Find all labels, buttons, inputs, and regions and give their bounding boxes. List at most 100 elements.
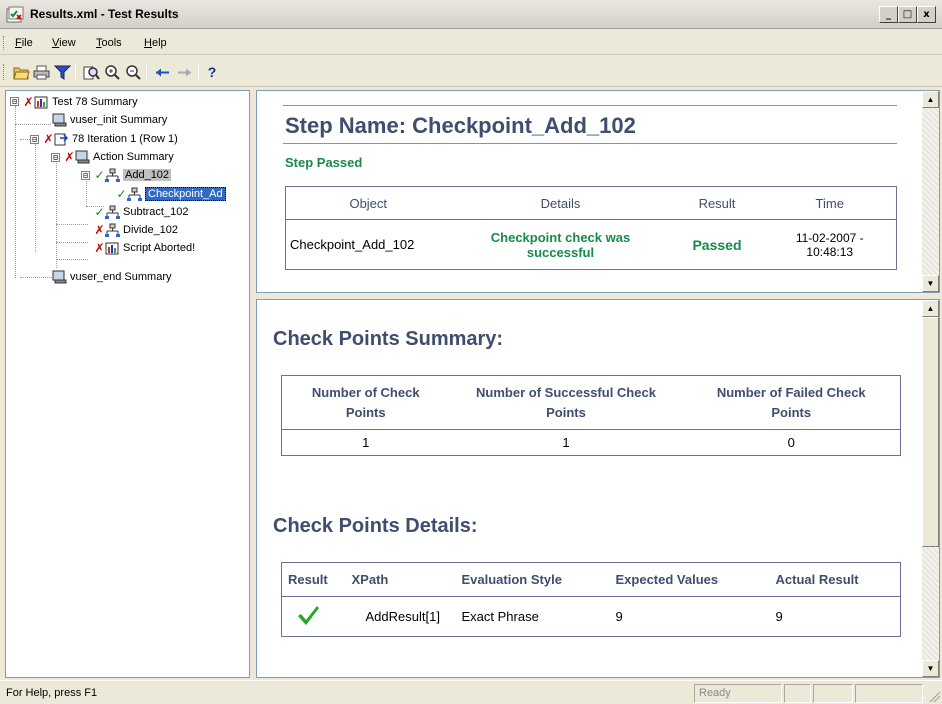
- pass-check-icon: ✓: [94, 168, 105, 182]
- table-row: Checkpoint_Add_102 Checkpoint check was s…: [286, 220, 897, 270]
- scroll-down-arrow-icon[interactable]: ▼: [922, 660, 939, 677]
- tree-connector: [56, 259, 88, 260]
- menu-bar: File View Tools Help: [0, 31, 942, 55]
- collapse-toggle[interactable]: ⊟: [81, 171, 90, 180]
- menu-view[interactable]: View: [52, 37, 76, 49]
- tree-item-divide-102[interactable]: ✗ Divide_102: [94, 223, 178, 237]
- column-header: Object: [285, 186, 451, 220]
- toolbar: ?: [0, 57, 942, 87]
- summary-report-icon: [34, 95, 49, 109]
- tree-item-add-102[interactable]: ✓ Add_102: [94, 168, 172, 182]
- tree-connector: [15, 124, 51, 125]
- results-tree[interactable]: ⊟ ⊟ ⊟ ⊟ ✗ Test 78 Summary vuser_init Sum…: [5, 90, 250, 678]
- column-header: Number of Failed Check Points: [682, 375, 901, 430]
- summary-table: Number of Check Points Number of Successf…: [281, 375, 901, 456]
- step-table: Object Details Result Time Checkpoint_Ad…: [285, 186, 897, 270]
- scroll-up-arrow-icon[interactable]: ▲: [922, 300, 939, 317]
- maximize-icon: □: [902, 9, 913, 20]
- maximize-button[interactable]: □: [898, 6, 917, 23]
- tree-connector: [35, 144, 36, 252]
- column-header: Result: [281, 562, 346, 597]
- filter-icon[interactable]: [53, 63, 71, 81]
- tree-item-vuser-init[interactable]: vuser_init Summary: [52, 113, 167, 127]
- collapse-toggle[interactable]: ⊟: [10, 97, 19, 106]
- menu-tools[interactable]: Tools: [96, 37, 122, 49]
- details-title: Check Points Details:: [273, 515, 478, 537]
- column-header: Number of Successful Check Points: [449, 375, 683, 430]
- fail-x-icon: ✗: [43, 132, 54, 146]
- menu-help[interactable]: Help: [144, 37, 167, 49]
- top-pane-scrollbar[interactable]: ▲ ▼: [922, 91, 939, 292]
- step-status: Step Passed: [285, 155, 363, 170]
- status-panel: [813, 684, 853, 703]
- cell-failed: 0: [787, 435, 795, 450]
- column-header: Expected Values: [609, 562, 770, 597]
- collapse-toggle[interactable]: ⊟: [51, 153, 60, 162]
- title-bar: Results.xml - Test Results _ □ x: [0, 0, 942, 29]
- summary-report-icon: [105, 241, 120, 255]
- step-title: Step Name: Checkpoint_Add_102: [285, 113, 636, 138]
- scroll-thumb[interactable]: [922, 317, 939, 547]
- minimize-icon: _: [886, 9, 891, 20]
- menubar-grip[interactable]: [3, 36, 6, 50]
- column-header: Result: [670, 186, 764, 220]
- fail-x-icon: ✗: [64, 150, 75, 164]
- cell-actual: 9: [775, 609, 783, 624]
- cell-total: 1: [362, 435, 370, 450]
- tree-connector: [56, 224, 88, 225]
- close-button[interactable]: x: [917, 6, 936, 23]
- tree-connector: [86, 181, 87, 206]
- tree-connector: [15, 106, 16, 278]
- tree-item-action-summary[interactable]: ✗ Action Summary: [64, 150, 173, 164]
- step-network-icon: [105, 205, 120, 219]
- tree-connector: [56, 242, 88, 243]
- step-network-icon: [105, 223, 120, 237]
- column-header: Time: [763, 186, 897, 220]
- zoom-in-icon[interactable]: [103, 63, 121, 81]
- status-help-text: For Help, press F1: [6, 687, 98, 699]
- checkpoint-report-pane: Check Points Summary: Number of Check Poi…: [256, 299, 940, 678]
- minimize-button[interactable]: _: [879, 6, 898, 23]
- resize-grip-icon[interactable]: [928, 690, 940, 702]
- scroll-down-arrow-icon[interactable]: ▼: [922, 275, 939, 292]
- status-panel: [855, 684, 923, 703]
- zoom-out-icon[interactable]: [124, 63, 142, 81]
- cell-object: Checkpoint_Add_102: [290, 237, 415, 252]
- toolbar-grip[interactable]: [3, 64, 6, 80]
- pass-check-icon: ✓: [116, 187, 127, 201]
- action-computer-icon: [52, 270, 67, 284]
- scroll-up-arrow-icon[interactable]: ▲: [922, 91, 939, 108]
- table-row: AddResult[1] Exact Phrase 9 9: [282, 597, 901, 637]
- toolbar-separator: [75, 63, 76, 81]
- print-icon[interactable]: [32, 63, 50, 81]
- tree-connector: [20, 277, 56, 278]
- pass-check-icon: ✓: [94, 205, 105, 219]
- fail-x-icon: ✗: [94, 241, 105, 255]
- forward-arrow-icon[interactable]: [175, 63, 193, 81]
- divider: [283, 143, 897, 144]
- tree-item-vuser-end[interactable]: vuser_end Summary: [52, 270, 172, 284]
- table-row: 1 1 0: [282, 430, 901, 456]
- column-header: Number of Check Points: [281, 375, 450, 430]
- collapse-toggle[interactable]: ⊟: [30, 135, 39, 144]
- tree-item-iteration[interactable]: ✗ 78 Iteration 1 (Row 1): [43, 132, 177, 146]
- back-arrow-icon[interactable]: [153, 63, 171, 81]
- tree-item-checkpoint[interactable]: ✓ Checkpoint_Ad: [116, 187, 226, 201]
- column-header: Actual Result: [769, 562, 901, 597]
- cell-details: Checkpoint check was successful: [490, 229, 631, 260]
- tree-item-script-aborted[interactable]: ✗ Script Aborted!: [94, 241, 195, 255]
- menu-file[interactable]: File: [15, 37, 33, 49]
- find-icon[interactable]: [82, 63, 100, 81]
- help-icon[interactable]: ?: [203, 63, 221, 81]
- tree-connector: [56, 163, 57, 268]
- open-folder-icon[interactable]: [12, 63, 30, 81]
- step-network-icon: [127, 187, 142, 201]
- tree-item-subtract-102[interactable]: ✓ Subtract_102: [94, 205, 188, 219]
- toolbar-separator: [198, 63, 199, 81]
- column-header: Evaluation Style: [455, 562, 610, 597]
- checkmark-icon: [296, 606, 320, 629]
- status-ready-panel: Ready: [694, 684, 782, 703]
- cell-result: Passed: [692, 236, 742, 253]
- bottom-pane-scrollbar[interactable]: ▲ ▼: [922, 300, 939, 677]
- tree-item-test-summary[interactable]: ✗ Test 78 Summary: [23, 95, 137, 109]
